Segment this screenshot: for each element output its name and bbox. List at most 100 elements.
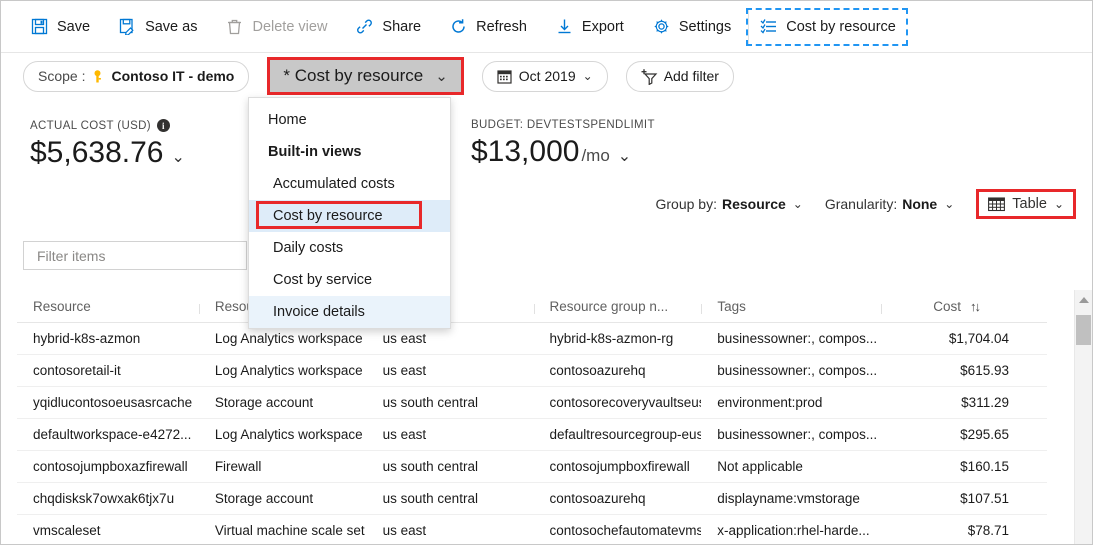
menu-item-label: Invoice details (273, 304, 365, 320)
column-header-cost-label: Cost (933, 298, 961, 314)
budget-label-row: BUDGET: DEVTESTSPENDLIMIT (471, 119, 655, 131)
filter-items-input[interactable]: Filter items (23, 241, 247, 270)
view-type-selector[interactable]: Table ⌄ (976, 189, 1076, 219)
cell-resource-group: contosorecoveryvaultseus (549, 395, 702, 410)
chevron-down-icon: ⌄ (617, 148, 632, 165)
cell-resource-type: Firewall (214, 459, 262, 474)
settings-label: Settings (678, 18, 732, 35)
save-button[interactable]: Save (19, 10, 101, 44)
cell-cost: $107.51 (960, 491, 1009, 506)
cell-resource-type: Log Analytics workspace (214, 363, 363, 378)
table-body: hybrid-k8s-azmon Log Analytics workspace u… (17, 323, 1047, 544)
refresh-button[interactable]: Refresh (438, 10, 538, 44)
table-row[interactable]: hybrid-k8s-azmon Log Analytics workspace u… (17, 323, 1047, 355)
table-icon (988, 196, 1006, 212)
save-label: Save (57, 18, 91, 35)
view-picker-button[interactable]: * Cost by resource ⌄ (267, 57, 464, 95)
refresh-label: Refresh (476, 18, 527, 35)
share-button[interactable]: Share (344, 10, 432, 44)
cell-resource-group: contosochefautomatevms (549, 523, 702, 538)
export-label: Export (581, 18, 624, 35)
menu-item-accumulated-costs[interactable]: Accumulated costs (249, 168, 450, 200)
add-filter-button[interactable]: Add filter (625, 60, 734, 92)
cell-location: us south central (382, 491, 478, 506)
filter-items-placeholder: Filter items (37, 247, 106, 264)
cell-location: us east (382, 363, 427, 378)
info-icon[interactable]: i (156, 119, 170, 132)
date-range-selector[interactable]: Oct 2019 ⌄ (481, 60, 608, 92)
group-by-value: Resource (721, 196, 786, 212)
group-by-selector[interactable]: Group by: Resource ⌄ (655, 196, 802, 212)
settings-button[interactable]: Settings (641, 10, 742, 44)
cell-resource-type: Storage account (214, 491, 314, 506)
table-row[interactable]: chqdisksk7owxak6tjx7u Storage account us s… (17, 483, 1047, 515)
menu-item-cost-by-service[interactable]: Cost by service (249, 264, 450, 296)
column-header-resource-group[interactable]: Resource group n... (533, 299, 702, 314)
cell-resource: defaultworkspace-e4272... (33, 427, 192, 442)
column-header-cost[interactable]: Cost ↑↓ (881, 299, 1031, 314)
cell-resource-type: Log Analytics workspace (214, 331, 363, 346)
cell-resource: chqdisksk7owxak6tjx7u (33, 491, 175, 506)
save-icon (30, 17, 49, 36)
actual-cost-label-row: ACTUAL COST (USD) i (30, 119, 185, 132)
sort-updown-icon: ↑↓ (969, 298, 981, 314)
table-row[interactable]: contosojumpboxazfirewall Firewall us south… (17, 451, 1047, 483)
menu-item-home[interactable]: Home (249, 104, 450, 136)
column-header-resource[interactable]: Resource (17, 299, 199, 314)
table-row[interactable]: defaultworkspace-e4272... Log Analytics w… (17, 419, 1047, 451)
scroll-up-arrow-icon[interactable] (1078, 297, 1089, 303)
cell-resource-type: Virtual machine scale set (214, 523, 365, 538)
cell-resource: yqidlucontosoeusasrcache (33, 395, 193, 410)
budget-value: $13,000 (471, 135, 580, 168)
gear-icon (652, 17, 671, 36)
scope-selector[interactable]: Scope : Contoso IT - demo (23, 60, 250, 92)
actual-cost-value-row[interactable]: $5,638.76 ⌄ (30, 136, 185, 170)
granularity-label: Granularity: (824, 196, 898, 212)
table-row[interactable]: contosoretail-it Log Analytics workspace u… (17, 355, 1047, 387)
cell-resource-group: contosoazurehq (549, 363, 646, 378)
menu-item-label: Accumulated costs (273, 176, 395, 192)
granularity-value: None (902, 196, 938, 212)
table-vertical-scrollbar[interactable] (1074, 290, 1092, 544)
budget-kpi: BUDGET: DEVTESTSPENDLIMIT $13,000 /mo ⌄ (471, 119, 655, 169)
view-picker-label: * Cost by resource (283, 66, 424, 85)
chevron-down-icon: ⌄ (435, 68, 448, 85)
download-icon (555, 17, 574, 36)
date-range-value: Oct 2019 (518, 68, 576, 84)
cell-location: us south central (382, 459, 478, 474)
menu-item-label: Cost by resource (273, 208, 383, 224)
export-button[interactable]: Export (544, 10, 635, 44)
chevron-down-icon: ⌄ (1053, 197, 1064, 211)
menu-item-invoice-details[interactable]: Invoice details (249, 296, 450, 328)
cost-by-resource-command-label: Cost by resource (786, 18, 896, 35)
cell-tags: displayname:vmstorage (717, 491, 860, 506)
table-row[interactable]: vmscaleset Virtual machine scale set us ea… (17, 515, 1047, 544)
budget-value-row[interactable]: $13,000 /mo ⌄ (471, 135, 655, 169)
table-header-row: Resource Resource type Location Resource… (17, 290, 1047, 323)
column-header-tags[interactable]: Tags (701, 299, 881, 314)
cell-cost: $78.71 (967, 523, 1009, 538)
actual-cost-label: ACTUAL COST (USD) (30, 119, 151, 132)
save-as-button[interactable]: Save as (107, 10, 208, 44)
budget-label: BUDGET: DEVTESTSPENDLIMIT (471, 119, 655, 131)
cell-resource-group: contosoazurehq (549, 491, 646, 506)
cost-by-resource-command[interactable]: Cost by resource (746, 7, 908, 46)
cell-location: us east (382, 523, 427, 538)
save-as-label: Save as (145, 18, 198, 35)
scrollbar-thumb[interactable] (1076, 315, 1091, 345)
menu-item-cost-by-resource[interactable]: Cost by resource (249, 200, 450, 232)
cell-tags: businessowner:, compos... (717, 427, 878, 442)
chevron-down-icon: ⌄ (944, 197, 955, 211)
save-as-icon (118, 17, 137, 36)
granularity-selector[interactable]: Granularity: None ⌄ (825, 196, 954, 212)
refresh-icon (449, 17, 468, 36)
scope-value: Contoso IT - demo (111, 68, 235, 84)
cell-tags: businessowner:, compos... (717, 331, 878, 346)
table-row[interactable]: yqidlucontosoeusasrcache Storage account u… (17, 387, 1047, 419)
cell-resource-type: Log Analytics workspace (214, 427, 363, 442)
cell-tags: businessowner:, compos... (717, 363, 878, 378)
chart-controls: Group by: Resource ⌄ Granularity: None ⌄… (633, 189, 1076, 219)
menu-item-daily-costs[interactable]: Daily costs (249, 232, 450, 264)
cell-location: us south central (382, 395, 478, 410)
cell-tags: Not applicable (717, 459, 803, 474)
